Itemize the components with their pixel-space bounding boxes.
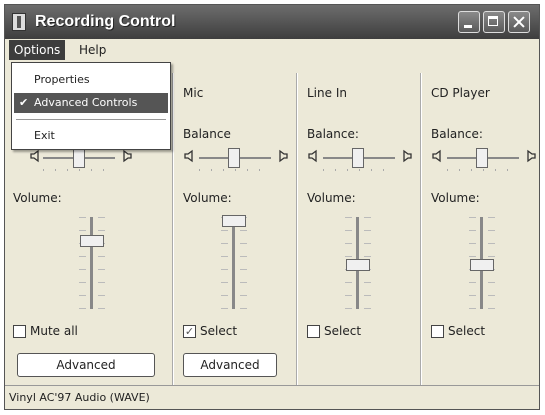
mute-all-label: Mute all bbox=[30, 324, 78, 338]
select-label: Select bbox=[200, 324, 238, 338]
options-dropdown: Properties ✔ Advanced Controls Exit bbox=[11, 62, 171, 150]
balance-slider[interactable] bbox=[476, 148, 488, 168]
window-title: Recording Control bbox=[35, 13, 176, 30]
menu-separator bbox=[16, 119, 166, 120]
balance-ticks bbox=[447, 169, 519, 171]
select-checkbox-mic[interactable]: ✓ bbox=[183, 325, 196, 338]
menu-item-label: Advanced Controls bbox=[34, 96, 138, 109]
title-bar[interactable]: Recording Control bbox=[5, 5, 539, 39]
balance-label: Balance bbox=[183, 127, 231, 141]
select-label: Select bbox=[448, 324, 486, 338]
volume-label: Volume: bbox=[431, 191, 480, 205]
volume-slider[interactable] bbox=[470, 259, 494, 271]
select-checkbox-line-in[interactable] bbox=[307, 325, 320, 338]
volume-track bbox=[90, 217, 93, 309]
column-divider bbox=[420, 73, 422, 385]
cd-player-column: CD Player Balance: Volume: Select bbox=[423, 65, 539, 385]
column-title-line-in: Line In bbox=[307, 86, 347, 100]
column-divider bbox=[172, 73, 174, 385]
menu-bar: Options Help bbox=[5, 39, 539, 61]
menu-item-exit[interactable]: Exit bbox=[14, 126, 168, 146]
speaker-left-icon bbox=[30, 149, 39, 163]
speaker-left-icon bbox=[432, 149, 441, 163]
volume-label: Volume: bbox=[183, 191, 232, 205]
recording-control-window: Recording Control Options Help Volume: M… bbox=[4, 4, 540, 410]
status-bar: Vinyl AC'97 Audio (WAVE) bbox=[5, 385, 539, 409]
balance-ticks bbox=[323, 169, 395, 171]
minimize-button[interactable] bbox=[458, 11, 480, 33]
menu-item-advanced-controls[interactable]: ✔ Advanced Controls bbox=[14, 93, 168, 113]
speaker-right-icon bbox=[279, 149, 288, 163]
advanced-button[interactable]: Advanced bbox=[17, 353, 155, 377]
volume-slider[interactable] bbox=[80, 235, 104, 247]
balance-label: Balance: bbox=[307, 127, 359, 141]
mute-all-checkbox[interactable] bbox=[13, 325, 26, 338]
balance-ticks bbox=[43, 169, 115, 171]
maximize-button[interactable] bbox=[483, 11, 505, 33]
speaker-left-icon bbox=[184, 149, 193, 163]
select-label: Select bbox=[324, 324, 362, 338]
mic-column: Mic Balance Volume: ✓ Select Advanced bbox=[175, 65, 297, 385]
menu-options[interactable]: Options bbox=[9, 40, 66, 60]
balance-slider[interactable] bbox=[228, 148, 240, 168]
app-icon[interactable] bbox=[12, 13, 26, 31]
volume-label: Volume: bbox=[307, 191, 356, 205]
line-in-column: Line In Balance: Volume: Select bbox=[299, 65, 421, 385]
volume-track bbox=[232, 217, 235, 309]
advanced-button-mic[interactable]: Advanced bbox=[183, 353, 277, 377]
column-divider bbox=[296, 73, 298, 385]
close-button[interactable] bbox=[508, 11, 530, 33]
column-title-cd-player: CD Player bbox=[431, 86, 490, 100]
column-title-mic: Mic bbox=[183, 86, 204, 100]
balance-label: Balance: bbox=[431, 127, 483, 141]
speaker-right-icon bbox=[403, 149, 412, 163]
volume-slider[interactable] bbox=[222, 215, 246, 227]
menu-help[interactable]: Help bbox=[75, 40, 110, 60]
speaker-left-icon bbox=[308, 149, 317, 163]
balance-slider[interactable] bbox=[73, 148, 85, 168]
balance-ticks bbox=[199, 169, 271, 171]
volume-label: Volume: bbox=[13, 191, 62, 205]
speaker-right-icon bbox=[527, 149, 536, 163]
balance-slider[interactable] bbox=[352, 148, 364, 168]
menu-item-properties[interactable]: Properties bbox=[14, 70, 168, 90]
select-checkbox-cd-player[interactable] bbox=[431, 325, 444, 338]
checkmark-icon: ✔ bbox=[19, 96, 29, 109]
speaker-right-icon bbox=[123, 149, 132, 163]
volume-slider[interactable] bbox=[346, 259, 370, 271]
